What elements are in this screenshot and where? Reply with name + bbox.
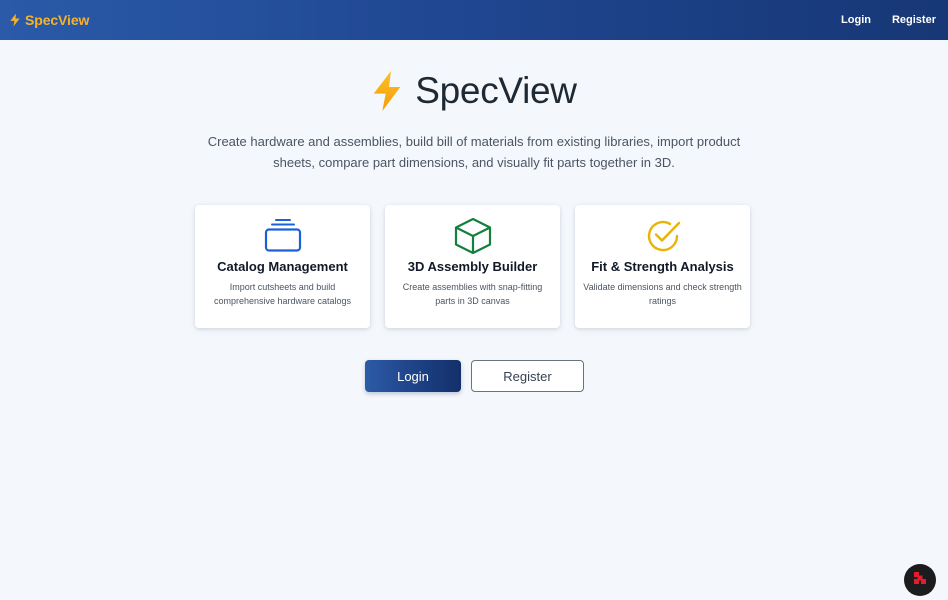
- app-logo-icon: [912, 570, 928, 591]
- feature-card-catalog: Catalog Management Import cutsheets and …: [195, 205, 370, 328]
- check-circle-icon: [643, 217, 683, 255]
- cta-buttons: Login Register: [365, 360, 584, 392]
- feature-card-analysis: Fit & Strength Analysis Validate dimensi…: [575, 205, 750, 328]
- hero-title: SpecView: [0, 70, 948, 112]
- brand-logo[interactable]: SpecView: [8, 12, 89, 28]
- login-button[interactable]: Login: [365, 360, 461, 392]
- brand-name: SpecView: [25, 12, 90, 28]
- feature-cards: Catalog Management Import cutsheets and …: [195, 205, 750, 328]
- feature-description: Create assemblies with snap-fitting part…: [402, 282, 543, 306]
- bolt-icon: [8, 13, 22, 27]
- feature-description: Validate dimensions and check strength r…: [583, 282, 742, 306]
- feature-title: Catalog Management: [217, 259, 348, 274]
- layers-stack-icon: [263, 217, 303, 255]
- nav-links: Login Register: [841, 14, 936, 26]
- bolt-icon: [371, 71, 403, 111]
- top-navbar: SpecView Login Register: [0, 0, 948, 40]
- feature-description: Import cutsheets and build comprehensive…: [213, 282, 352, 306]
- floating-app-widget[interactable]: [904, 564, 936, 596]
- register-button[interactable]: Register: [471, 360, 584, 392]
- hero-heading: SpecView: [415, 70, 577, 111]
- feature-card-assembly: 3D Assembly Builder Create assemblies wi…: [385, 205, 560, 328]
- feature-title: 3D Assembly Builder: [407, 259, 538, 274]
- cube-icon: [453, 217, 493, 255]
- hero-subtitle: Create hardware and assemblies, build bi…: [207, 134, 741, 170]
- feature-title: Fit & Strength Analysis: [591, 259, 734, 274]
- nav-register-link[interactable]: Register: [892, 14, 936, 26]
- nav-login-link[interactable]: Login: [841, 14, 871, 26]
